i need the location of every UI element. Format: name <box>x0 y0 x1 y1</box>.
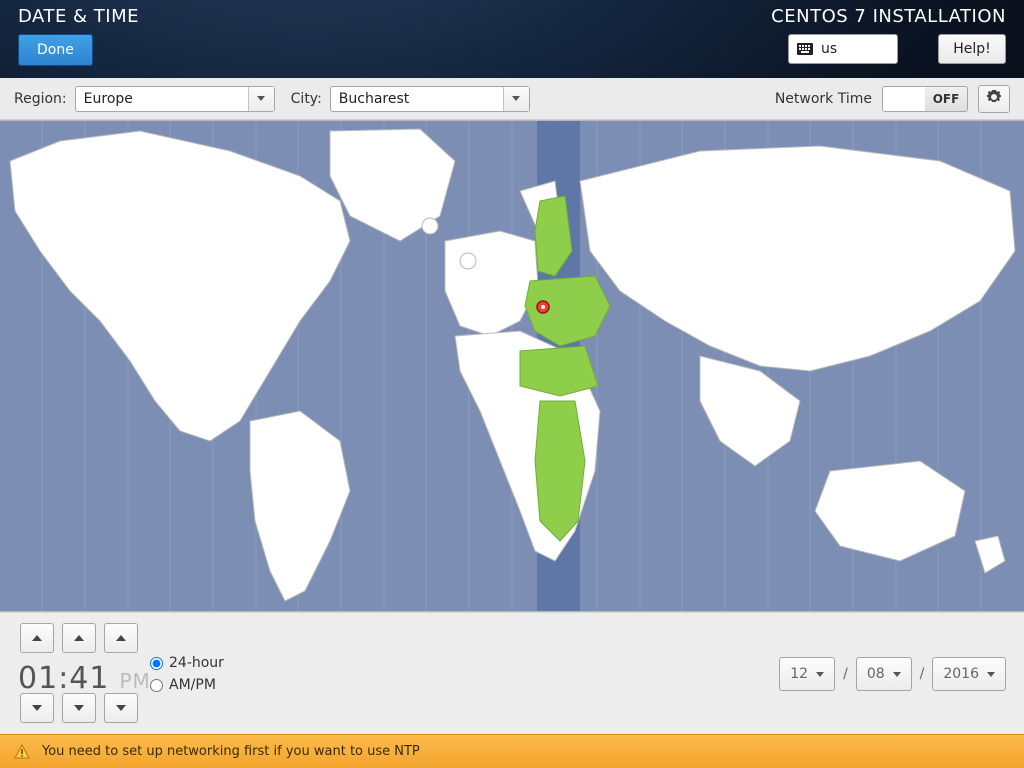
chevron-down-icon <box>32 705 42 711</box>
format-24-label: 24-hour <box>169 655 224 671</box>
warning-text: You need to set up networking first if y… <box>42 744 420 759</box>
city-label: City: <box>291 91 322 107</box>
time-date-panel: 01:41 PM 24-hour AM/PM 12 / 08 / 2016 <box>0 612 1024 734</box>
chevron-up-icon <box>116 635 126 641</box>
chevron-down-icon <box>248 87 274 111</box>
chevron-down-icon <box>893 672 901 677</box>
page-title: DATE & TIME <box>18 6 139 27</box>
region-select[interactable]: Europe <box>75 86 275 112</box>
ampm-value: PM <box>119 669 150 693</box>
month-value: 12 <box>790 666 808 682</box>
format-24-input[interactable] <box>150 657 163 670</box>
time-format-options: 24-hour AM/PM <box>150 655 224 699</box>
region-label: Region: <box>14 91 67 107</box>
city-value: Bucharest <box>331 91 503 107</box>
month-select[interactable]: 12 <box>779 657 835 691</box>
format-24-radio[interactable]: 24-hour <box>150 655 224 671</box>
toggle-off-label: OFF <box>925 87 967 111</box>
help-button[interactable]: Help! <box>938 34 1006 64</box>
day-value: 08 <box>867 666 885 682</box>
chevron-up-icon <box>74 635 84 641</box>
ampm-down-button[interactable] <box>104 693 138 723</box>
hour-up-button[interactable] <box>20 623 54 653</box>
minute-down-button[interactable] <box>62 693 96 723</box>
map-pin-icon <box>537 301 549 313</box>
format-ampm-label: AM/PM <box>169 677 216 693</box>
minute-up-button[interactable] <box>62 623 96 653</box>
year-select[interactable]: 2016 <box>932 657 1006 691</box>
chevron-down-icon <box>74 705 84 711</box>
chevron-down-icon <box>503 87 529 111</box>
keyboard-icon <box>797 43 813 55</box>
network-time-toggle[interactable]: OFF <box>882 86 968 112</box>
done-button[interactable]: Done <box>18 34 93 66</box>
city-select[interactable]: Bucharest <box>330 86 530 112</box>
minute-value: 41 <box>69 661 109 696</box>
warning-bar: You need to set up networking first if y… <box>0 734 1024 768</box>
hour-value: 01 <box>18 661 58 696</box>
header: DATE & TIME Done CENTOS 7 INSTALLATION u… <box>0 0 1024 78</box>
region-value: Europe <box>76 91 248 107</box>
day-select[interactable]: 08 <box>856 657 912 691</box>
warning-icon <box>14 744 30 760</box>
timezone-map[interactable] <box>0 120 1024 612</box>
chevron-down-icon <box>816 672 824 677</box>
hour-down-button[interactable] <box>20 693 54 723</box>
ampm-up-button[interactable] <box>104 623 138 653</box>
install-title: CENTOS 7 INSTALLATION <box>771 6 1006 27</box>
ntp-settings-button[interactable] <box>978 85 1010 113</box>
chevron-down-icon <box>987 672 995 677</box>
date-picker: 12 / 08 / 2016 <box>779 657 1006 691</box>
time-display: 01:41 PM <box>18 661 151 696</box>
date-separator: / <box>843 666 848 682</box>
year-value: 2016 <box>943 666 979 682</box>
format-ampm-radio[interactable]: AM/PM <box>150 677 224 693</box>
network-time-label: Network Time <box>775 91 872 107</box>
chevron-down-icon <box>116 705 126 711</box>
date-separator: / <box>920 666 925 682</box>
keyboard-layout-label: us <box>821 41 837 57</box>
format-ampm-input[interactable] <box>150 679 163 692</box>
toolbar: Region: Europe City: Bucharest Network T… <box>0 78 1024 120</box>
chevron-up-icon <box>32 635 42 641</box>
keyboard-layout-indicator[interactable]: us <box>788 34 898 64</box>
gear-icon <box>986 89 1002 109</box>
toggle-on-slot <box>883 87 925 111</box>
